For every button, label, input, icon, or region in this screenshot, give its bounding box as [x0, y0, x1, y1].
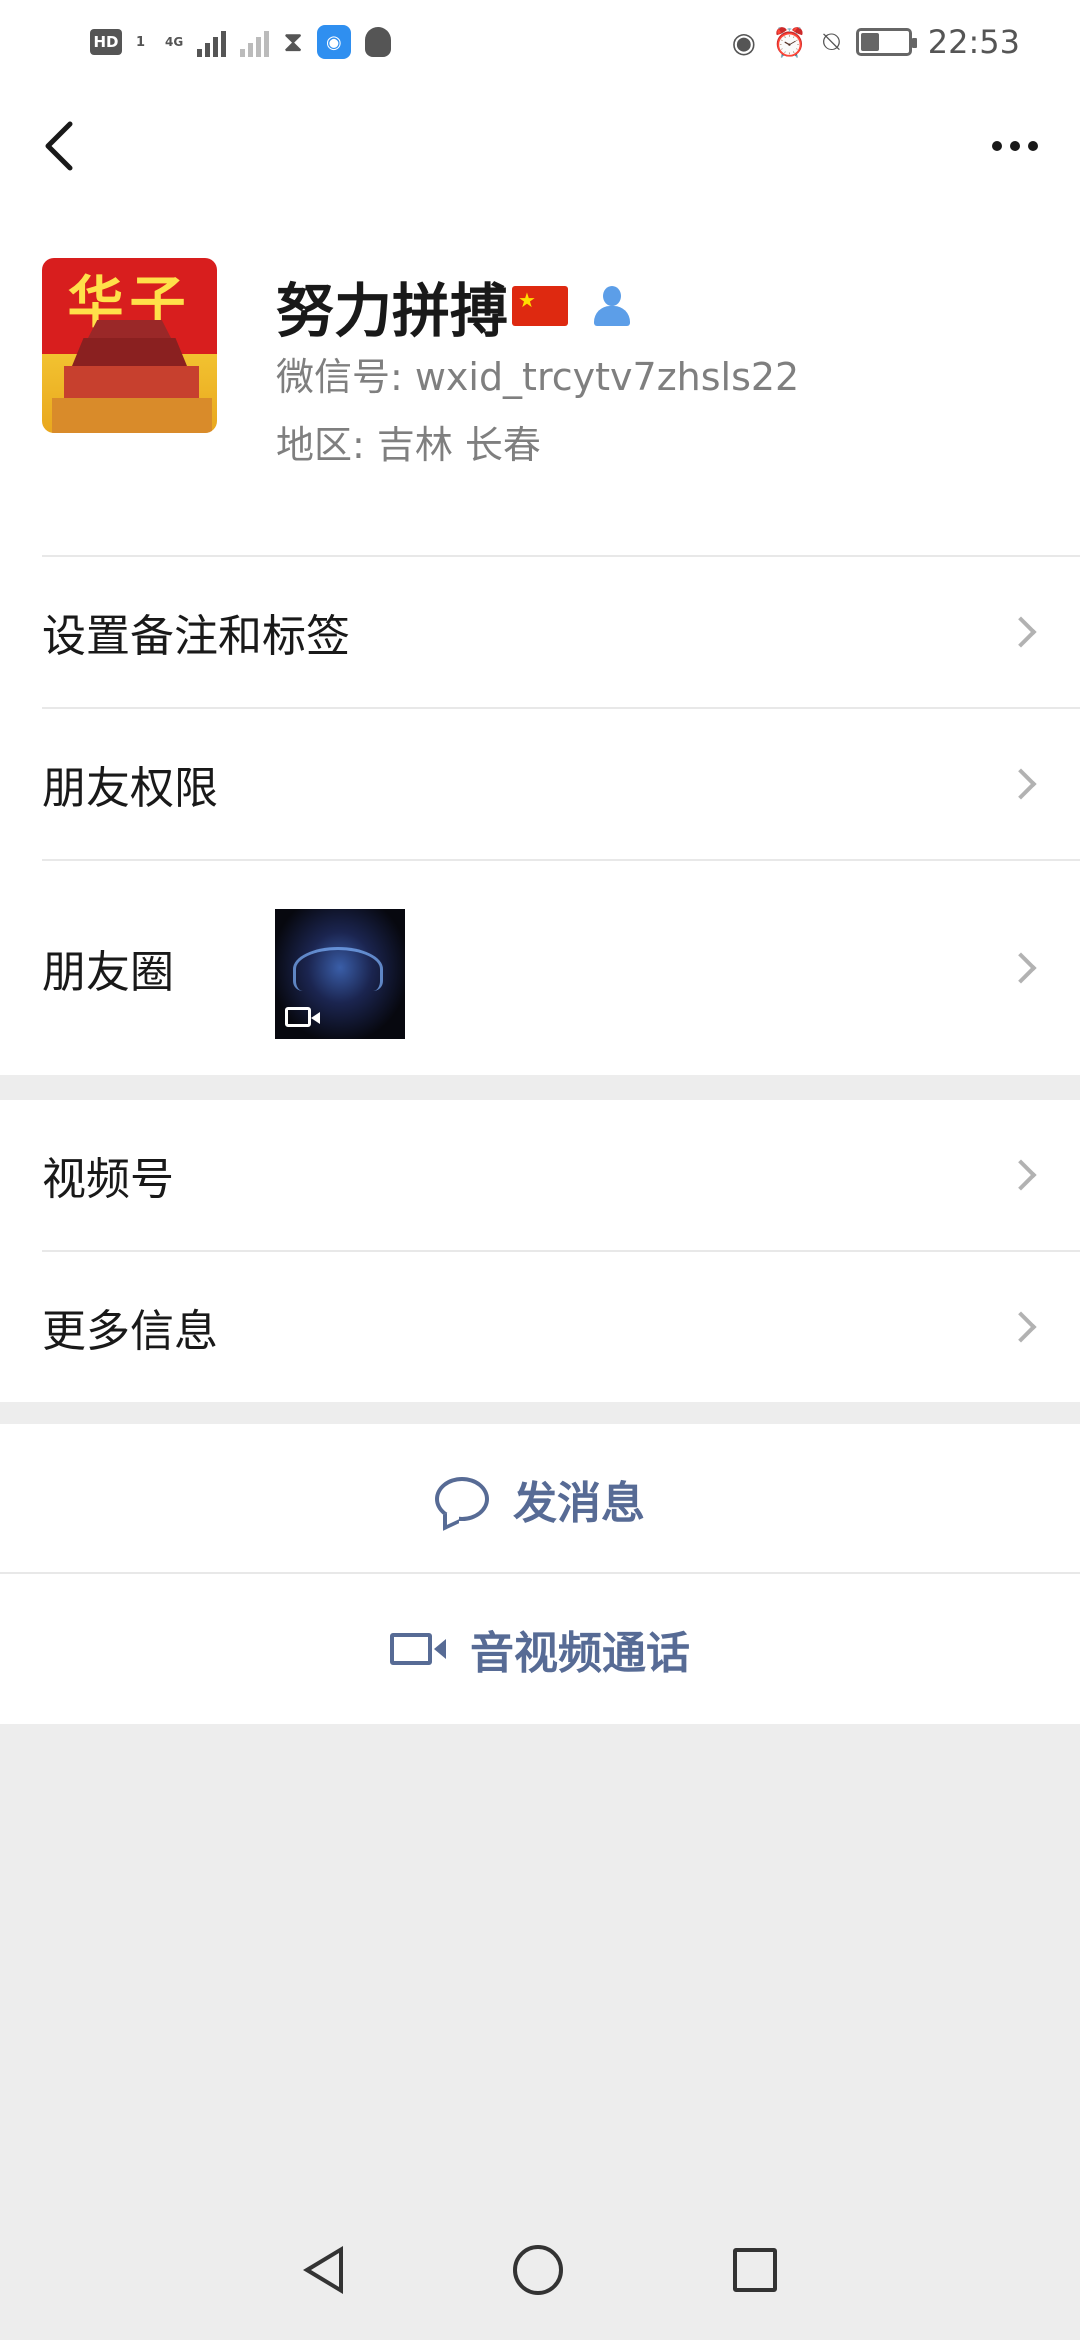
- clock: 22:53: [927, 23, 1020, 61]
- signal-faded-icon: [240, 27, 270, 57]
- nav-bar: [0, 86, 1080, 216]
- signal-icon: [197, 27, 227, 57]
- chevron-right-icon: [1005, 1311, 1037, 1343]
- voice-video-call-label: 音视频通话: [470, 1628, 690, 1679]
- more-dots-icon: [992, 141, 1002, 151]
- video-camera-icon: [285, 1007, 320, 1027]
- send-message-button[interactable]: 发消息: [0, 1424, 1080, 1574]
- wechat-id-line: 微信号: wxid_trcytv7zhsls22: [276, 346, 799, 401]
- hd-icon: HD: [90, 29, 122, 55]
- qq-icon: [364, 27, 391, 57]
- back-button[interactable]: [30, 116, 90, 176]
- chevron-left-icon: [45, 121, 73, 171]
- person-icon: [590, 284, 634, 328]
- send-message-label: 发消息: [513, 1478, 645, 1529]
- status-bar: HD 1 4G ⧗ ◉ ◉ ⏰ ⍉ 22:53: [0, 0, 1080, 86]
- wifi-hotspot-icon: ◉: [316, 25, 351, 59]
- sim-indicator: 1: [136, 34, 146, 50]
- menu-item-friend-permissions[interactable]: 朋友权限: [0, 709, 1080, 859]
- eye-icon: ◉: [731, 25, 757, 59]
- avatar[interactable]: 华子: [42, 258, 217, 433]
- menu-item-label: 朋友圈: [42, 947, 174, 998]
- video-camera-icon: [390, 1633, 446, 1665]
- system-recents-icon[interactable]: [733, 2248, 777, 2292]
- menu-item-moments[interactable]: 朋友圈: [0, 861, 1080, 1075]
- name-row: 努力拼搏: [276, 266, 634, 346]
- menu-item-more-info[interactable]: 更多信息: [0, 1252, 1080, 1402]
- region-line: 地区: 吉林 长春: [276, 414, 541, 469]
- more-button[interactable]: [980, 116, 1050, 176]
- action-group: 发消息 音视频通话: [0, 1424, 1080, 1724]
- system-back-icon[interactable]: [303, 2246, 343, 2294]
- menu-item-label: 朋友权限: [42, 763, 218, 814]
- menu-item-remark-tags[interactable]: 设置备注和标签: [0, 557, 1080, 707]
- menu-group-2: 视频号 更多信息: [0, 1100, 1080, 1402]
- battery-icon: [855, 28, 917, 56]
- chevron-right-icon: [1005, 616, 1037, 648]
- menu-item-channels[interactable]: 视频号: [0, 1100, 1080, 1250]
- menu-item-label: 视频号: [42, 1154, 174, 1205]
- network-type: 4G: [165, 35, 184, 49]
- contact-name: 努力拼搏: [276, 277, 509, 345]
- chevron-right-icon: [1005, 952, 1037, 984]
- chevron-right-icon: [1005, 1159, 1037, 1191]
- region-province: 吉林: [376, 423, 453, 467]
- alarm-icon: ⏰: [772, 25, 807, 59]
- hourglass-icon: ⧗: [283, 25, 303, 58]
- region-label: 地区:: [276, 423, 365, 467]
- menu-item-label: 更多信息: [42, 1306, 218, 1357]
- voice-video-call-button[interactable]: 音视频通话: [0, 1574, 1080, 1724]
- chevron-right-icon: [1005, 768, 1037, 800]
- menu-item-label: 设置备注和标签: [42, 611, 350, 662]
- menu-group-1: 设置备注和标签 朋友权限 朋友圈: [0, 555, 1080, 1075]
- wechat-id-value: wxid_trcytv7zhsls22: [414, 355, 800, 399]
- profile-header: 华子 努力拼搏 微信号:wxid_trcytv7zhsls22 地区:吉林长春: [0, 216, 1080, 556]
- region-city: 长春: [464, 423, 541, 467]
- moments-video-thumbnail[interactable]: [275, 909, 405, 1039]
- system-home-icon[interactable]: [513, 2245, 563, 2295]
- wechat-id-label: 微信号:: [276, 355, 403, 399]
- china-flag-icon: [512, 286, 569, 326]
- chat-bubble-icon: [435, 1477, 489, 1521]
- mute-icon: ⍉: [822, 25, 840, 58]
- system-navigation-bar: [0, 2200, 1080, 2340]
